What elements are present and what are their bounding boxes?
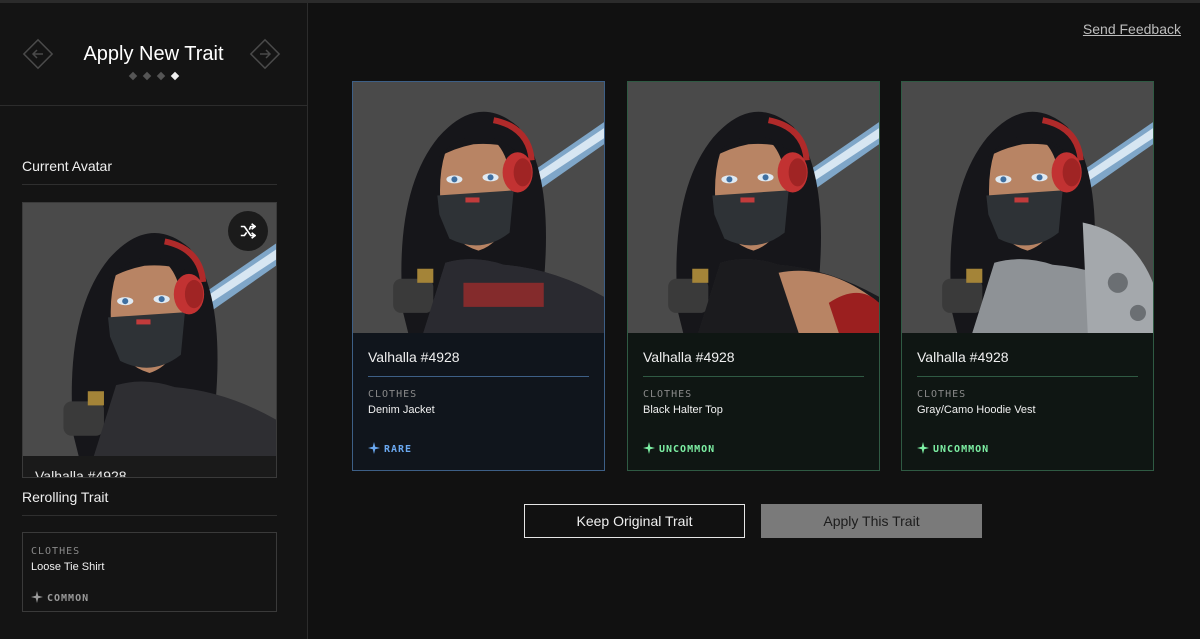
- step-dot: [156, 71, 165, 81]
- step-indicator: [0, 71, 307, 81]
- divider: [22, 515, 277, 516]
- divider: [643, 376, 864, 377]
- sparkle-icon: [31, 591, 43, 603]
- step-dot: [128, 71, 137, 81]
- rarity-label: COMMON: [47, 593, 90, 604]
- shuffle-button[interactable]: [228, 211, 268, 251]
- trait-value: Black Halter Top: [643, 404, 723, 416]
- apply-this-trait-button[interactable]: Apply This Trait: [761, 504, 982, 538]
- keep-original-trait-button[interactable]: Keep Original Trait: [524, 504, 745, 538]
- divider: [917, 376, 1138, 377]
- arrow-right-icon: [249, 38, 281, 70]
- avatar-name: Valhalla #4928: [368, 349, 460, 365]
- sidebar-header: Apply New Trait: [0, 3, 307, 106]
- rarity-label: UNCOMMON: [933, 444, 990, 455]
- send-feedback-link[interactable]: Send Feedback: [1083, 21, 1181, 37]
- divider: [368, 376, 589, 377]
- shuffle-icon: [240, 223, 257, 239]
- current-avatar-heading: Current Avatar: [22, 158, 113, 174]
- step-dot: [142, 71, 151, 81]
- step-dot-active: [170, 71, 179, 81]
- trait-option-card[interactable]: Valhalla #4928 CLOTHES Denim Jacket RARE: [352, 81, 605, 471]
- avatar-image: [628, 82, 879, 333]
- rarity-badge: RARE: [368, 442, 412, 455]
- trait-category: CLOTHES: [31, 546, 81, 557]
- trait-category: CLOTHES: [917, 389, 967, 400]
- rarity-badge: COMMON: [31, 591, 89, 604]
- page-title: Apply New Trait: [83, 43, 224, 65]
- trait-value: Loose Tie Shirt: [31, 561, 105, 573]
- trait-option-card[interactable]: Valhalla #4928 CLOTHES Black Halter Top …: [627, 81, 880, 471]
- rarity-badge: UNCOMMON: [643, 442, 715, 455]
- trait-option-card[interactable]: Valhalla #4928 CLOTHES Gray/Camo Hoodie …: [901, 81, 1154, 471]
- rarity-label: RARE: [384, 444, 413, 455]
- sparkle-icon: [643, 442, 655, 454]
- divider: [22, 184, 277, 185]
- arrow-left-icon: [22, 38, 54, 70]
- trait-value: Gray/Camo Hoodie Vest: [917, 404, 1036, 416]
- sidebar: Apply New Trait Current Avatar Valhalla …: [0, 3, 308, 639]
- avatar-name: Valhalla #4928: [917, 349, 1009, 365]
- current-avatar-card: Valhalla #4928: [22, 202, 277, 478]
- previous-step-button[interactable]: [22, 38, 54, 70]
- avatar-name: Valhalla #4928: [643, 349, 735, 365]
- sparkle-icon: [368, 442, 380, 454]
- rerolling-trait-heading: Rerolling Trait: [22, 489, 109, 505]
- rarity-badge: UNCOMMON: [917, 442, 989, 455]
- trait-category: CLOTHES: [643, 389, 693, 400]
- next-step-button[interactable]: [249, 38, 281, 70]
- trait-category: CLOTHES: [368, 389, 418, 400]
- trait-value: Denim Jacket: [368, 404, 435, 416]
- current-avatar-name: Valhalla #4928: [35, 468, 127, 478]
- avatar-image: [902, 82, 1153, 333]
- sparkle-icon: [917, 442, 929, 454]
- rarity-label: UNCOMMON: [659, 444, 716, 455]
- rerolling-trait-box: CLOTHES Loose Tie Shirt COMMON: [22, 532, 277, 612]
- avatar-image: [353, 82, 604, 333]
